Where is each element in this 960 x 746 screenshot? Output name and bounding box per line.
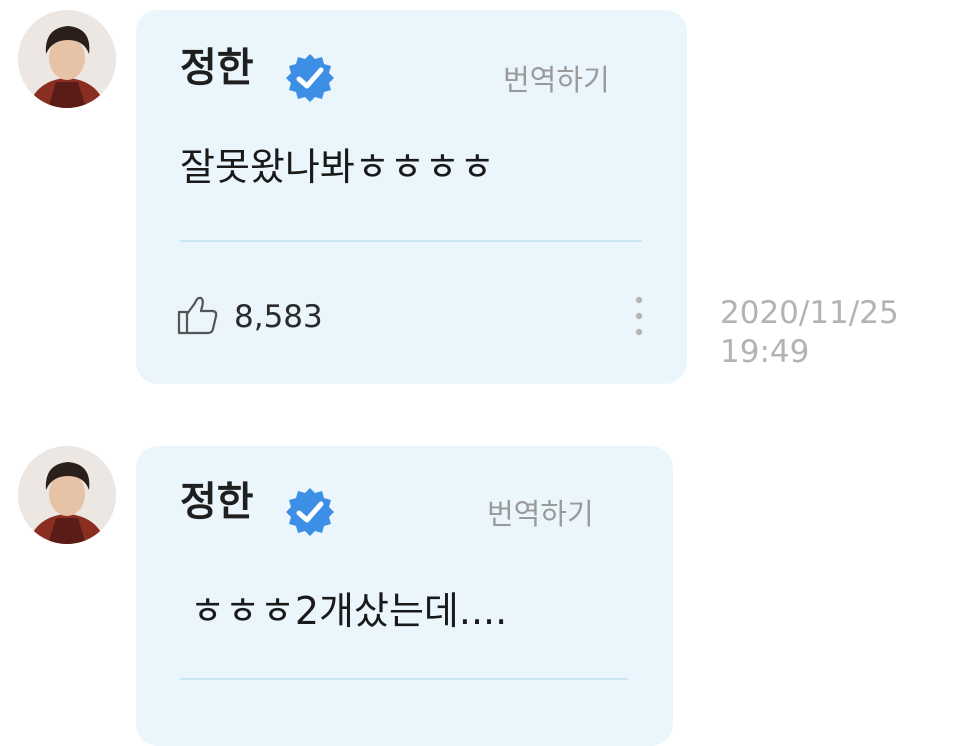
message-bubble: 정한 번역하기 ㅎㅎㅎ2개샀는데....	[136, 446, 673, 746]
more-vertical-icon[interactable]	[633, 294, 645, 338]
message-bubble: 정한 번역하기 잘못왔나봐ㅎㅎㅎㅎ 8,583	[136, 10, 687, 384]
message-text: ㅎㅎㅎ2개샀는데....	[190, 589, 508, 633]
like-count: 8,583	[234, 299, 323, 335]
divider	[180, 240, 642, 242]
thumbs-up-icon[interactable]	[176, 294, 220, 336]
translate-button[interactable]: 번역하기	[503, 66, 610, 95]
timestamp: 2020/11/25 19:49	[720, 294, 899, 372]
author-name[interactable]: 정한	[180, 482, 254, 522]
translate-button[interactable]: 번역하기	[487, 500, 594, 529]
author-name[interactable]: 정한	[180, 48, 254, 88]
avatar[interactable]	[18, 446, 116, 544]
divider	[180, 678, 628, 680]
timestamp-date: 2020/11/25	[720, 295, 899, 331]
verified-badge-icon	[286, 488, 334, 536]
timestamp-time: 19:49	[720, 333, 810, 370]
avatar[interactable]	[18, 10, 116, 108]
verified-badge-icon	[286, 54, 334, 102]
message-text: 잘못왔나봐ㅎㅎㅎㅎ	[180, 145, 495, 189]
